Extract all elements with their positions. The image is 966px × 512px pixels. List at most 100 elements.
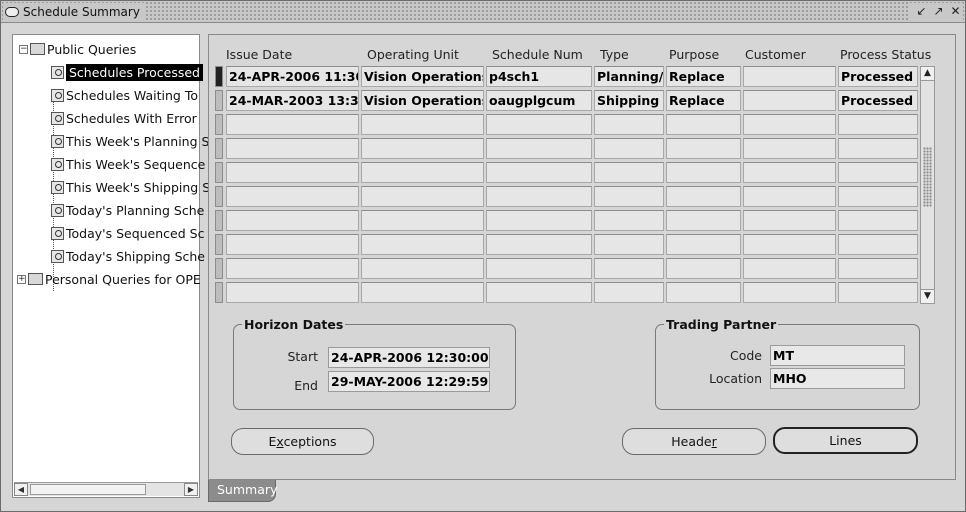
- grid-cell[interactable]: [838, 162, 918, 183]
- grid-cell[interactable]: [666, 258, 741, 279]
- row-indicator[interactable]: [215, 162, 223, 183]
- grid-cell[interactable]: [838, 282, 918, 303]
- grid-cell[interactable]: [361, 234, 484, 255]
- window-menu-icon[interactable]: [5, 7, 19, 17]
- grid-cell[interactable]: [666, 114, 741, 135]
- grid-cell[interactable]: [838, 138, 918, 159]
- grid-cell[interactable]: [361, 162, 484, 183]
- grid-cell[interactable]: [838, 210, 918, 231]
- grid-cell[interactable]: [666, 186, 741, 207]
- row-indicator[interactable]: [215, 138, 223, 159]
- grid-cell[interactable]: [666, 210, 741, 231]
- grid-cell[interactable]: [743, 210, 836, 231]
- grid-cell[interactable]: [666, 234, 741, 255]
- maximize-icon[interactable]: ↗: [931, 3, 946, 20]
- grid-cell[interactable]: [743, 90, 836, 111]
- grid-cell[interactable]: [743, 234, 836, 255]
- grid-cell[interactable]: [226, 258, 359, 279]
- grid-cell[interactable]: [361, 114, 484, 135]
- grid-cell[interactable]: [743, 162, 836, 183]
- grid-cell[interactable]: [743, 258, 836, 279]
- grid-cell[interactable]: [594, 210, 664, 231]
- grid-cell[interactable]: Replace: [666, 90, 741, 111]
- grid-cell[interactable]: [226, 210, 359, 231]
- row-indicator[interactable]: [215, 66, 223, 87]
- scroll-right-icon[interactable]: ▶: [184, 483, 198, 496]
- grid-cell[interactable]: [594, 162, 664, 183]
- grid-cell[interactable]: [226, 282, 359, 303]
- minimize-icon[interactable]: ↙: [914, 3, 929, 20]
- tree-item-today-planning[interactable]: Today's Planning Sche: [51, 200, 204, 220]
- grid-cell[interactable]: [486, 282, 592, 303]
- grid-cell[interactable]: [594, 114, 664, 135]
- grid-cell[interactable]: 24-APR-2006 11:30:00: [226, 66, 359, 87]
- tree-item-week-shipping[interactable]: This Week's Shipping S: [51, 177, 210, 197]
- grid-cell[interactable]: [743, 114, 836, 135]
- grid-cell[interactable]: Replace: [666, 66, 741, 87]
- expand-icon[interactable]: +: [17, 274, 26, 284]
- grid-cell[interactable]: Vision Operations: [361, 66, 484, 87]
- code-field[interactable]: MT: [770, 345, 905, 366]
- grid-cell[interactable]: [226, 234, 359, 255]
- grid-cell[interactable]: Vision Operations: [361, 90, 484, 111]
- grid-cell[interactable]: [743, 282, 836, 303]
- end-date-field[interactable]: 29-MAY-2006 12:29:59: [328, 371, 490, 392]
- grid-vertical-scrollbar[interactable]: ▲ ▼: [920, 66, 935, 304]
- tree-item-week-sequenced[interactable]: This Week's Sequence: [51, 154, 205, 174]
- location-field[interactable]: MHO: [770, 368, 905, 389]
- tab-summary[interactable]: Summary: [208, 480, 277, 502]
- grid-cell[interactable]: [594, 138, 664, 159]
- grid-cell[interactable]: oaugplgcum: [486, 90, 592, 111]
- grid-cell[interactable]: [743, 186, 836, 207]
- grid-cell[interactable]: [486, 114, 592, 135]
- scroll-down-icon[interactable]: ▼: [921, 289, 934, 303]
- grid-cell[interactable]: [838, 114, 918, 135]
- grid-cell[interactable]: [226, 114, 359, 135]
- grid-cell[interactable]: [486, 234, 592, 255]
- grid-cell[interactable]: [486, 162, 592, 183]
- grid-cell[interactable]: [486, 138, 592, 159]
- grid-cell[interactable]: Processed S: [838, 90, 918, 111]
- title-bar[interactable]: Schedule Summary ↙ ↗ ✕: [1, 1, 965, 23]
- grid-cell[interactable]: 24-MAR-2003 13:30:00: [226, 90, 359, 111]
- grid-cell[interactable]: Planning/F: [594, 66, 664, 87]
- tree-item-today-sequenced[interactable]: Today's Sequenced Sc: [51, 223, 204, 243]
- grid-cell[interactable]: [486, 258, 592, 279]
- tree-node-public-queries[interactable]: − Public Queries: [19, 39, 136, 59]
- start-date-field[interactable]: 24-APR-2006 12:30:00: [328, 347, 490, 368]
- row-indicator[interactable]: [215, 258, 223, 279]
- grid-cell[interactable]: [361, 138, 484, 159]
- grid-cell[interactable]: p4sch1: [486, 66, 592, 87]
- row-indicator[interactable]: [215, 234, 223, 255]
- tree-horizontal-scrollbar[interactable]: ◀ ▶: [14, 482, 198, 496]
- grid-cell[interactable]: [838, 234, 918, 255]
- row-indicator[interactable]: [215, 114, 223, 135]
- exceptions-button[interactable]: Exceptions: [231, 428, 374, 455]
- tree-node-personal-queries[interactable]: + Personal Queries for OPE: [17, 269, 201, 289]
- grid-cell[interactable]: [361, 186, 484, 207]
- grid-cell[interactable]: [743, 138, 836, 159]
- tree-item-schedules-with-error[interactable]: Schedules With Error: [51, 108, 197, 128]
- grid-cell[interactable]: Processed S: [838, 66, 918, 87]
- row-indicator[interactable]: [215, 210, 223, 231]
- grid-cell[interactable]: [838, 258, 918, 279]
- grid-cell[interactable]: [594, 186, 664, 207]
- grid-cell[interactable]: [594, 234, 664, 255]
- grid-cell[interactable]: [594, 258, 664, 279]
- grid-cell[interactable]: Shipping: [594, 90, 664, 111]
- grid-cell[interactable]: [666, 282, 741, 303]
- grid-cell[interactable]: [361, 210, 484, 231]
- grid-cell[interactable]: [361, 258, 484, 279]
- scroll-thumb[interactable]: [923, 147, 932, 207]
- lines-button[interactable]: Lines: [773, 427, 918, 454]
- grid-cell[interactable]: [226, 138, 359, 159]
- row-indicator[interactable]: [215, 90, 223, 111]
- grid-cell[interactable]: [226, 162, 359, 183]
- grid-cell[interactable]: [226, 186, 359, 207]
- tree-item-today-shipping[interactable]: Today's Shipping Sche: [51, 246, 205, 266]
- row-indicator[interactable]: [215, 186, 223, 207]
- collapse-icon[interactable]: −: [19, 44, 28, 54]
- grid-cell[interactable]: [594, 282, 664, 303]
- tree-item-schedules-processed[interactable]: Schedules Processed: [51, 62, 203, 82]
- grid-cell[interactable]: [666, 162, 741, 183]
